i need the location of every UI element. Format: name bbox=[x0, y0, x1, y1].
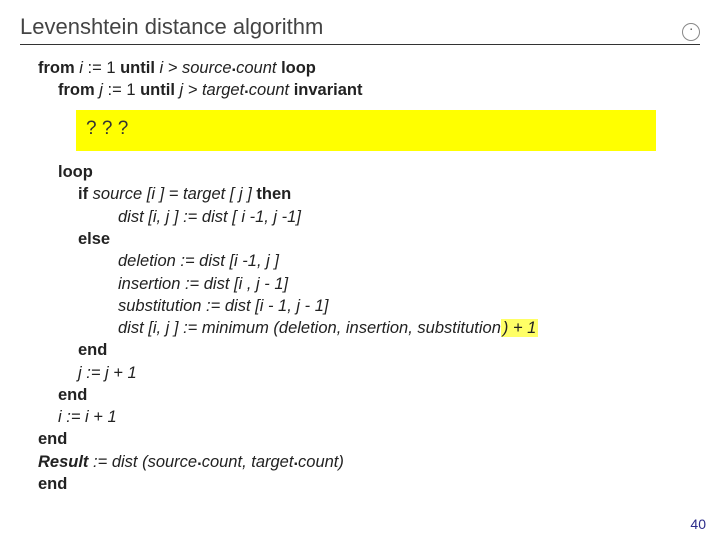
logo-icon: · bbox=[682, 23, 700, 41]
slide-title: Levenshtein distance algorithm bbox=[20, 14, 323, 40]
kw-until: until bbox=[140, 81, 175, 99]
code-line: deletion := dist [i -1, j ] bbox=[38, 250, 700, 272]
kw-else: else bbox=[38, 228, 700, 250]
code-line: from i := 1 until i > source.count loop bbox=[38, 57, 700, 79]
cond: i > source bbox=[155, 59, 232, 77]
kw-from: from bbox=[58, 81, 95, 99]
invariant-placeholder: ? ? ? bbox=[76, 110, 656, 152]
code-line: i := i + 1 bbox=[38, 406, 700, 428]
code-line: dist [i, j ] := minimum (deletion, inser… bbox=[38, 317, 700, 339]
cond: j > target bbox=[175, 81, 244, 99]
txt: count, target bbox=[202, 453, 294, 471]
kw-invariant: invariant bbox=[294, 81, 363, 99]
slide: Levenshtein distance algorithm · from i … bbox=[0, 0, 720, 495]
cond: source [i ] = target [ j ] bbox=[88, 185, 256, 203]
dot: . bbox=[244, 79, 249, 97]
kw-loop: loop bbox=[38, 161, 700, 183]
var-j: j bbox=[95, 81, 108, 99]
kw-from: from bbox=[38, 59, 75, 77]
code-line: j := j + 1 bbox=[38, 362, 700, 384]
kw-end: end bbox=[38, 339, 700, 361]
code-line: dist [i, j ] := dist [ i -1, j -1] bbox=[38, 206, 700, 228]
kw-if: if bbox=[78, 185, 88, 203]
dot: . bbox=[232, 57, 237, 75]
code-line: from j := 1 until j > target.count invar… bbox=[38, 79, 700, 101]
kw-end: end bbox=[38, 428, 700, 450]
code-line: Result := dist (source.count, target.cou… bbox=[38, 451, 700, 473]
count: count bbox=[236, 59, 281, 77]
code-line: if source [i ] = target [ j ] then bbox=[38, 183, 700, 205]
kw-then: then bbox=[256, 185, 291, 203]
kw-end: end bbox=[38, 384, 700, 406]
plus-one-highlight: ) + 1 bbox=[501, 319, 538, 337]
txt: := 1 bbox=[108, 81, 141, 99]
var-i: i bbox=[75, 59, 88, 77]
title-row: Levenshtein distance algorithm · bbox=[20, 14, 700, 45]
kw-loop: loop bbox=[281, 59, 316, 77]
result: Result bbox=[38, 453, 88, 471]
count: count bbox=[249, 81, 294, 99]
code-block: from i := 1 until i > source.count loop … bbox=[20, 57, 700, 495]
code-line: substitution := dist [i - 1, j - 1] bbox=[38, 295, 700, 317]
kw-end: end bbox=[38, 473, 700, 495]
page-number: 40 bbox=[690, 516, 706, 532]
txt: := 1 bbox=[88, 59, 121, 77]
txt: := dist (source bbox=[88, 453, 197, 471]
code-line: insertion := dist [i , j - 1] bbox=[38, 273, 700, 295]
txt: dist [i, j ] := minimum (deletion, inser… bbox=[118, 319, 501, 337]
txt: count) bbox=[298, 453, 344, 471]
kw-until: until bbox=[120, 59, 155, 77]
